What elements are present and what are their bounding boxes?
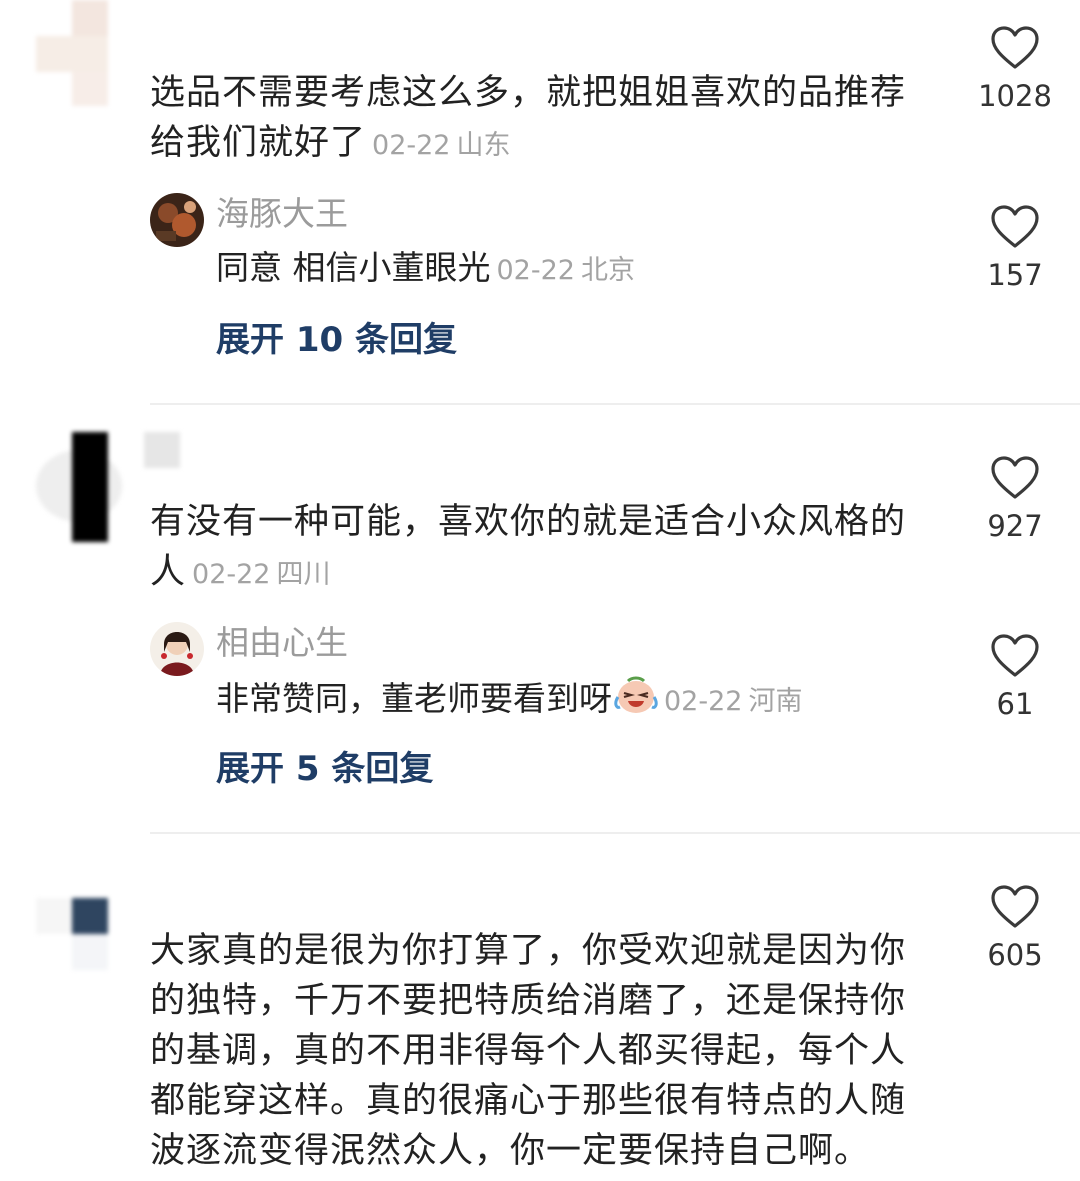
heart-outline-icon <box>991 26 1039 69</box>
expand-replies-link[interactable]: 展开 10 条回复 <box>216 318 457 362</box>
like-count: 1028 <box>978 79 1052 113</box>
like-count: 605 <box>987 938 1043 972</box>
reply-date: 02-22 <box>496 255 575 286</box>
like-count: 157 <box>987 258 1043 292</box>
reply-location: 北京 <box>580 255 635 286</box>
comment-text[interactable]: 有没有一种可能，喜欢你的就是适合小众风格的 人 02-22 四川 <box>150 497 950 600</box>
expand-replies-link[interactable]: 展开 5 条回复 <box>216 747 433 791</box>
reply-avatar[interactable] <box>150 622 204 676</box>
like-button[interactable]: 605 <box>955 885 1075 973</box>
comment-location: 四川 <box>276 559 331 590</box>
comment-text[interactable]: 大家真的是很为你打算了，你受欢迎就是因为你 的独特，千万不要把特质给消磨了，还是… <box>150 926 950 1176</box>
avatar[interactable] <box>36 0 108 106</box>
like-count: 927 <box>987 509 1043 543</box>
reply-like-button[interactable]: 157 <box>955 205 1075 293</box>
crying-laughing-emoji-icon <box>614 675 658 726</box>
divider <box>150 403 1080 405</box>
like-count: 61 <box>996 687 1034 721</box>
reply-like-button[interactable]: 61 <box>955 634 1075 722</box>
avatar[interactable] <box>36 432 180 542</box>
avatar[interactable] <box>36 898 108 972</box>
reply-date: 02-22 <box>664 686 743 717</box>
reply-username[interactable]: 海豚大王 <box>216 194 348 234</box>
reply-location: 河南 <box>748 686 803 717</box>
like-button[interactable]: 1028 <box>955 26 1075 114</box>
reply-text[interactable]: 同意 相信小董眼光 02-22 北京 <box>216 246 635 293</box>
heart-outline-icon <box>991 456 1039 499</box>
reply-avatar[interactable] <box>150 193 204 247</box>
reply-text[interactable]: 非常赞同，董老师要看到呀 02-22 河南 <box>216 675 802 726</box>
heart-outline-icon <box>991 205 1039 248</box>
comment-text[interactable]: 选品不需要考虑这么多，就把姐姐喜欢的品推荐 给我们就好了 02-22 山东 <box>150 68 950 171</box>
like-button[interactable]: 927 <box>955 456 1075 544</box>
heart-outline-icon <box>991 885 1039 928</box>
comment-location: 山东 <box>456 130 511 161</box>
reply-username[interactable]: 相由心生 <box>216 623 348 663</box>
heart-outline-icon <box>991 634 1039 677</box>
comment-date: 02-22 <box>372 130 451 161</box>
divider <box>150 832 1080 834</box>
comment-date: 02-22 <box>192 559 271 590</box>
